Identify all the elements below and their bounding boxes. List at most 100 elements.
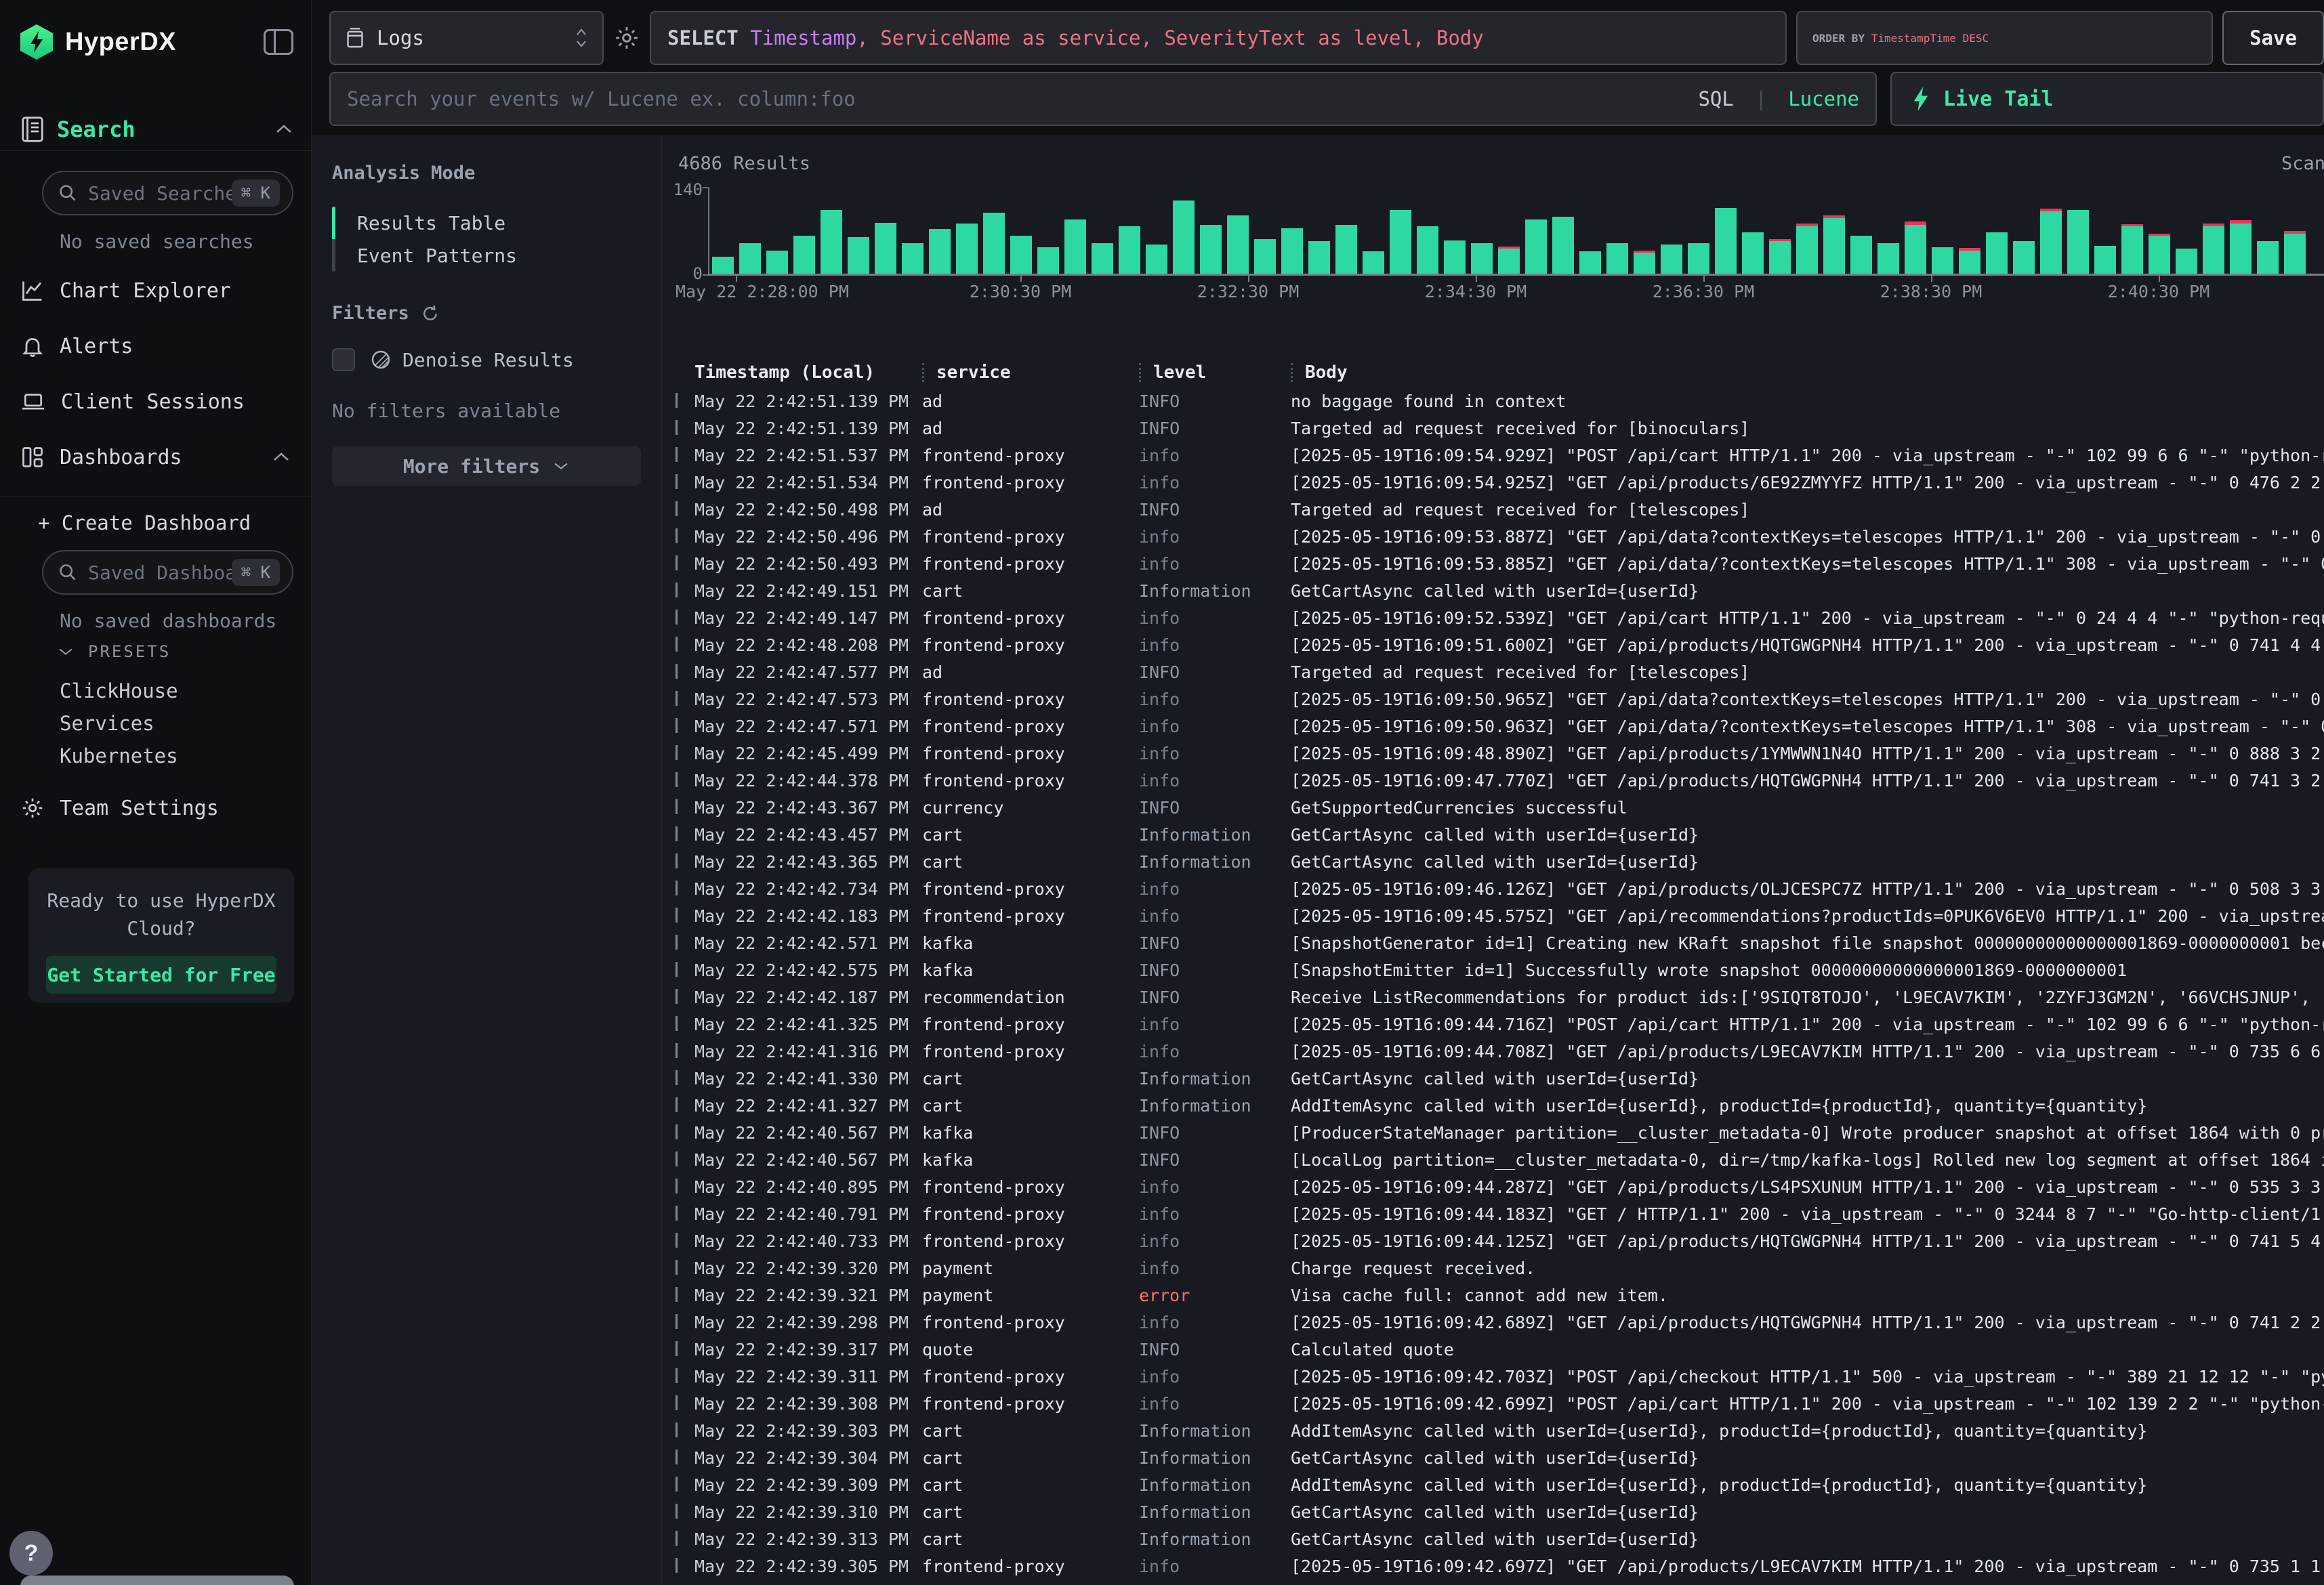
table-row[interactable]: May 22 2:42:47.577 PMadINFOTargeted ad r… [670, 658, 2324, 685]
mode-event-patterns[interactable]: Event Patterns [357, 239, 517, 272]
row-expand-chevron-icon[interactable] [676, 447, 678, 462]
table-row[interactable]: May 22 2:42:40.567 PMkafkaINFO[ProducerS… [670, 1119, 2324, 1146]
histogram-bar[interactable] [1986, 232, 2008, 274]
table-row[interactable]: May 22 2:42:50.498 PMadINFOTargeted ad r… [670, 496, 2324, 523]
histogram-bar[interactable] [1905, 221, 1926, 274]
event-search-input[interactable]: SQL | Lucene [329, 72, 1877, 126]
row-expand-chevron-icon[interactable] [676, 853, 678, 868]
row-expand-chevron-icon[interactable] [676, 908, 678, 923]
row-expand-chevron-icon[interactable] [676, 583, 678, 597]
row-expand-chevron-icon[interactable] [676, 1287, 678, 1302]
histogram-bar[interactable] [1092, 243, 1113, 274]
refresh-icon[interactable] [420, 303, 440, 324]
column-resize-handle[interactable] [922, 363, 924, 382]
row-expand-chevron-icon[interactable] [676, 420, 678, 435]
table-row[interactable]: May 22 2:42:42.183 PMfrontend-proxyinfo[… [670, 902, 2324, 929]
row-expand-chevron-icon[interactable] [676, 1151, 678, 1166]
mode-results-table[interactable]: Results Table [357, 207, 517, 239]
row-expand-chevron-icon[interactable] [676, 1477, 678, 1492]
table-row[interactable]: May 22 2:42:39.320 PMpaymentinfoCharge r… [670, 1254, 2324, 1282]
histogram-bar[interactable] [1688, 243, 1709, 274]
sidebar-item-chart-explorer[interactable]: Chart Explorer [0, 263, 311, 318]
denoise-results-option[interactable]: Denoise Results [332, 348, 641, 371]
row-expand-chevron-icon[interactable] [676, 962, 678, 977]
chevron-up-icon[interactable] [274, 123, 293, 135]
table-row[interactable]: May 22 2:42:39.313 PMcartInformationGetC… [670, 1525, 2324, 1552]
row-expand-chevron-icon[interactable] [676, 1179, 678, 1193]
histogram-bar[interactable] [1715, 208, 1737, 274]
histogram-bar[interactable] [1769, 239, 1791, 274]
histogram-bar[interactable] [1579, 251, 1601, 274]
table-row[interactable]: May 22 2:42:43.367 PMcurrencyINFOGetSupp… [670, 794, 2324, 821]
select-clause-input[interactable]: SELECT Timestamp , ServiceName as servic… [650, 11, 1787, 65]
row-expand-chevron-icon[interactable] [676, 555, 678, 570]
row-expand-chevron-icon[interactable] [676, 1531, 678, 1546]
chevron-up-icon[interactable] [272, 451, 291, 463]
source-selector[interactable]: Logs [329, 11, 604, 65]
sidebar-collapse-icon[interactable] [264, 29, 293, 55]
row-expand-chevron-icon[interactable] [676, 1558, 678, 1573]
histogram-bar[interactable] [2094, 246, 2116, 274]
query-language-toggle[interactable]: SQL | Lucene [1698, 87, 1859, 110]
histogram-bar[interactable] [1850, 236, 1872, 274]
row-expand-chevron-icon[interactable] [676, 718, 678, 733]
histogram-bar[interactable] [2040, 209, 2062, 274]
preset-item-services[interactable]: Services [60, 707, 178, 740]
table-row[interactable]: May 22 2:42:49.147 PMfrontend-proxyinfo[… [670, 604, 2324, 631]
row-expand-chevron-icon[interactable] [676, 1368, 678, 1383]
row-expand-chevron-icon[interactable] [676, 799, 678, 814]
histogram-bar[interactable] [1498, 247, 1520, 274]
table-row[interactable]: May 22 2:42:41.325 PMfrontend-proxyinfo[… [670, 1011, 2324, 1038]
histogram-bar[interactable] [1417, 226, 1438, 274]
sidebar-item-team-settings[interactable]: Team Settings [20, 788, 219, 828]
histogram-bar[interactable] [821, 210, 842, 274]
col-header-timestamp[interactable]: Timestamp (Local) [694, 358, 922, 387]
row-expand-chevron-icon[interactable] [676, 1043, 678, 1058]
table-row[interactable]: May 22 2:42:50.493 PMfrontend-proxyinfo[… [670, 550, 2324, 577]
table-row[interactable]: May 22 2:42:41.327 PMcartInformationAddI… [670, 1092, 2324, 1119]
row-expand-chevron-icon[interactable] [676, 1097, 678, 1112]
histogram-bar[interactable] [929, 229, 951, 274]
table-row[interactable]: May 22 2:42:39.321 PMpaymenterrorVisa ca… [670, 1282, 2324, 1309]
histogram-bar[interactable] [2149, 234, 2170, 274]
table-row[interactable]: May 22 2:42:39.317 PMquoteINFOCalculated… [670, 1336, 2324, 1363]
preset-item-clickhouse[interactable]: ClickHouse [60, 675, 178, 707]
histogram-bar[interactable] [1254, 239, 1276, 274]
col-header-service[interactable]: service [922, 358, 1139, 387]
histogram-bar[interactable] [1932, 247, 1953, 274]
row-expand-chevron-icon[interactable] [676, 826, 678, 841]
histogram-bar[interactable] [2230, 220, 2252, 274]
row-expand-chevron-icon[interactable] [676, 528, 678, 543]
sidebar-item-client-sessions[interactable]: Client Sessions [0, 374, 311, 429]
denoise-checkbox[interactable] [332, 348, 355, 371]
histogram-bar[interactable] [1796, 224, 1818, 274]
presets-toggle[interactable]: PRESETS [57, 642, 171, 661]
row-expand-chevron-icon[interactable] [676, 1395, 678, 1410]
table-row[interactable]: May 22 2:42:39.311 PMfrontend-proxyinfo[… [670, 1363, 2324, 1390]
sidebar-item-dashboards[interactable]: Dashboards [0, 429, 311, 485]
row-expand-chevron-icon[interactable] [676, 1504, 678, 1519]
histogram-bar[interactable] [1661, 245, 1682, 274]
table-row[interactable]: May 22 2:42:43.457 PMcartInformationGetC… [670, 821, 2324, 848]
row-expand-chevron-icon[interactable] [676, 610, 678, 625]
histogram-bar[interactable] [1471, 243, 1493, 274]
histogram-bar[interactable] [712, 257, 734, 274]
table-row[interactable]: May 22 2:42:40.567 PMkafkaINFO[LocalLog … [670, 1146, 2324, 1173]
table-row[interactable]: May 22 2:42:47.573 PMfrontend-proxyinfo[… [670, 685, 2324, 713]
row-expand-chevron-icon[interactable] [676, 1450, 678, 1464]
saved-searches-input[interactable]: ⌘ K [42, 171, 293, 215]
row-expand-chevron-icon[interactable] [676, 1206, 678, 1221]
row-expand-chevron-icon[interactable] [676, 1070, 678, 1085]
row-expand-chevron-icon[interactable] [676, 1124, 678, 1139]
histogram-bar[interactable] [1064, 219, 1086, 274]
col-header-body[interactable]: Body [1291, 358, 2324, 387]
source-settings-gear-icon[interactable] [613, 24, 640, 51]
histogram-bar[interactable] [1634, 251, 1655, 274]
row-expand-chevron-icon[interactable] [676, 1314, 678, 1329]
histogram-bar[interactable] [766, 251, 788, 274]
histogram-bar[interactable] [956, 224, 978, 274]
histogram-bar[interactable] [875, 223, 896, 274]
table-row[interactable]: May 22 2:42:42.734 PMfrontend-proxyinfo[… [670, 875, 2324, 902]
row-expand-chevron-icon[interactable] [676, 664, 678, 679]
more-filters-button[interactable]: More filters [332, 446, 641, 486]
